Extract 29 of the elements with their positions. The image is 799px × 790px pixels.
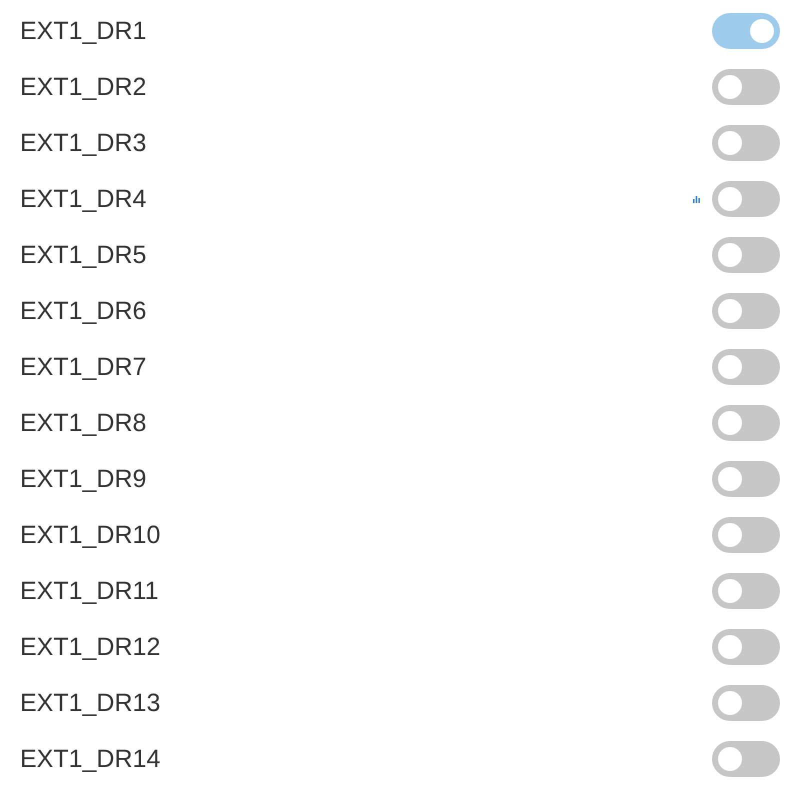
switch-label: EXT1_DR12 <box>20 632 162 662</box>
toggle-switch[interactable] <box>712 13 780 49</box>
toggle-switch[interactable] <box>712 741 780 777</box>
switch-label: EXT1_DR13 <box>20 688 162 718</box>
toggle-switch[interactable] <box>712 573 780 609</box>
toggle-switch[interactable] <box>712 237 780 273</box>
toggle-switch[interactable] <box>712 293 780 329</box>
switch-label: EXT1_DR4 <box>20 184 148 214</box>
switch-label: EXT1_DR1 <box>20 16 148 46</box>
switch-label: EXT1_DR11 <box>20 576 160 606</box>
switch-label: EXT1_DR6 <box>20 296 148 326</box>
toggle-switch[interactable] <box>712 125 780 161</box>
switch-label: EXT1_DR7 <box>20 352 148 382</box>
toggle-switch[interactable] <box>712 629 780 665</box>
switch-label: EXT1_DR3 <box>20 128 148 158</box>
toggle-switch[interactable] <box>712 69 780 105</box>
switch-label: EXT1_DR9 <box>20 464 148 494</box>
toggle-switch[interactable] <box>712 349 780 385</box>
switch-label: EXT1_DR8 <box>20 408 148 438</box>
switch-label: EXT1_DR10 <box>20 520 162 550</box>
switch-label: EXT1_DR2 <box>20 72 148 102</box>
toggle-switch[interactable] <box>712 461 780 497</box>
toggle-switch[interactable] <box>712 685 780 721</box>
toggle-switch[interactable] <box>712 517 780 553</box>
bar-chart-icon[interactable] <box>693 196 700 202</box>
switch-label: EXT1_DR5 <box>20 240 148 270</box>
switch-label: EXT1_DR14 <box>20 744 162 774</box>
toggle-switch[interactable] <box>712 405 780 441</box>
toggle-switch[interactable] <box>712 181 780 217</box>
